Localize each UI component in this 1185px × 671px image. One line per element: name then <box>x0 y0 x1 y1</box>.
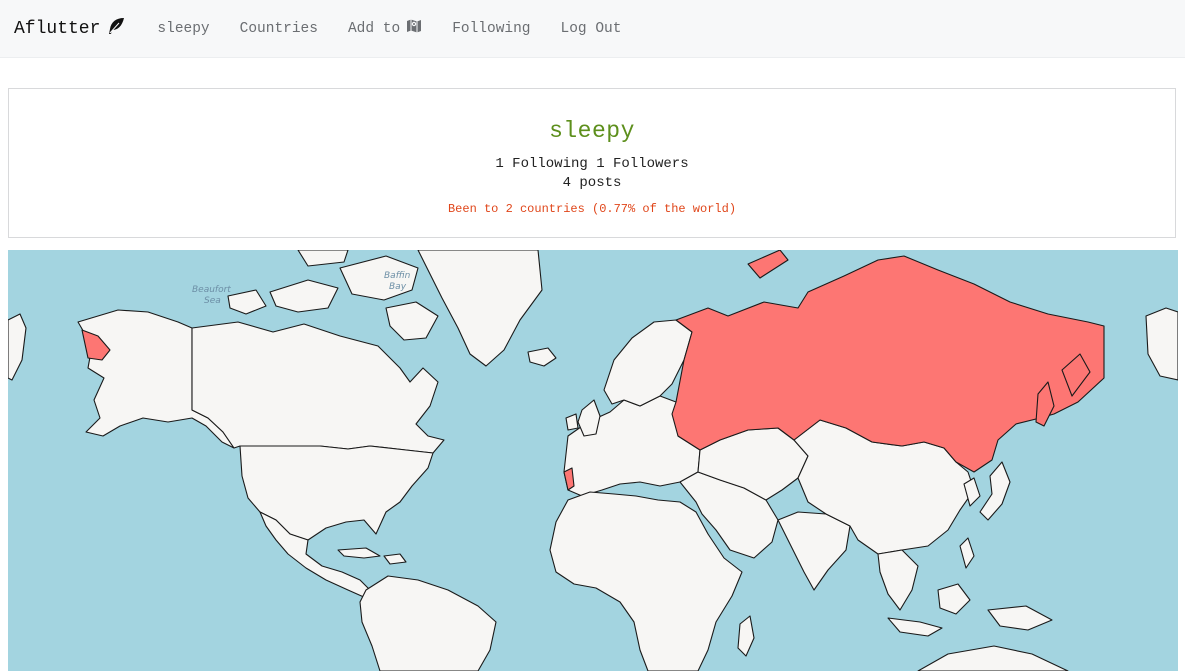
land-arctic-island-1 <box>269 279 339 313</box>
posts-count: 4 posts <box>562 175 622 191</box>
nav-item-countries[interactable]: Countries <box>225 21 333 37</box>
nav-item-countries-label: Countries <box>239 20 318 37</box>
land-india <box>777 511 851 591</box>
land-arctic-island-4 <box>227 289 267 315</box>
nav-item-profile-label: sleepy <box>157 20 210 37</box>
label-baffin: Baffin <box>384 271 411 281</box>
world-map[interactable]: Beaufort Sea Baffin Bay <box>8 250 1178 671</box>
profile-card: sleepy 1 Following 1 Followers 4 posts B… <box>8 88 1176 238</box>
nav-item-following-label: Following <box>452 20 531 37</box>
world-map-svg: Beaufort Sea Baffin Bay <box>8 250 1178 671</box>
countries-visited-summary: Been to 2 countries (0.77% of the world) <box>447 202 737 216</box>
label-bay: Bay <box>389 282 407 292</box>
land-indonesia <box>887 617 943 637</box>
brand-link[interactable]: Aflutter <box>14 16 126 42</box>
visited-russia-island <box>747 250 789 279</box>
land-philippines <box>959 537 975 569</box>
land-greenland <box>417 250 543 367</box>
land-iceland <box>527 347 557 367</box>
land-arctic-island-3 <box>385 301 439 341</box>
land-australia <box>917 645 1069 671</box>
land-borneo <box>937 583 971 615</box>
land-japan <box>979 461 1011 521</box>
land-madagascar <box>737 615 755 657</box>
feather-icon <box>106 16 126 42</box>
navbar: Aflutter sleepy Countries Add to Followi… <box>0 0 1185 58</box>
land-far-east <box>1145 307 1178 381</box>
land-arctic-island-5 <box>297 250 349 267</box>
nav-item-profile[interactable]: sleepy <box>142 21 224 37</box>
label-beaufort: Beaufort <box>192 285 231 295</box>
nav-item-logout-label: Log Out <box>560 20 622 37</box>
land-cuba <box>337 547 381 559</box>
land-southeast-asia <box>877 549 919 611</box>
land-south-america <box>359 575 497 671</box>
land-ireland <box>565 413 579 431</box>
follow-stats: 1 Following 1 Followers <box>495 156 689 172</box>
nav-item-logout[interactable]: Log Out <box>546 21 637 37</box>
land-hispaniola <box>383 553 407 565</box>
nav-item-following[interactable]: Following <box>437 21 545 37</box>
land-far-west <box>8 313 27 381</box>
land-great-britain <box>577 399 601 437</box>
nav-item-add-to-label: Add to <box>347 20 401 37</box>
map-icon <box>406 18 422 39</box>
label-sea: Sea <box>204 296 221 306</box>
profile-username: sleepy <box>549 118 635 144</box>
land-canada <box>191 321 445 454</box>
visited-portugal <box>563 467 575 491</box>
nav-item-add-to-map[interactable]: Add to <box>333 18 437 39</box>
land-new-guinea <box>987 605 1053 631</box>
brand-name: Aflutter <box>14 18 101 39</box>
